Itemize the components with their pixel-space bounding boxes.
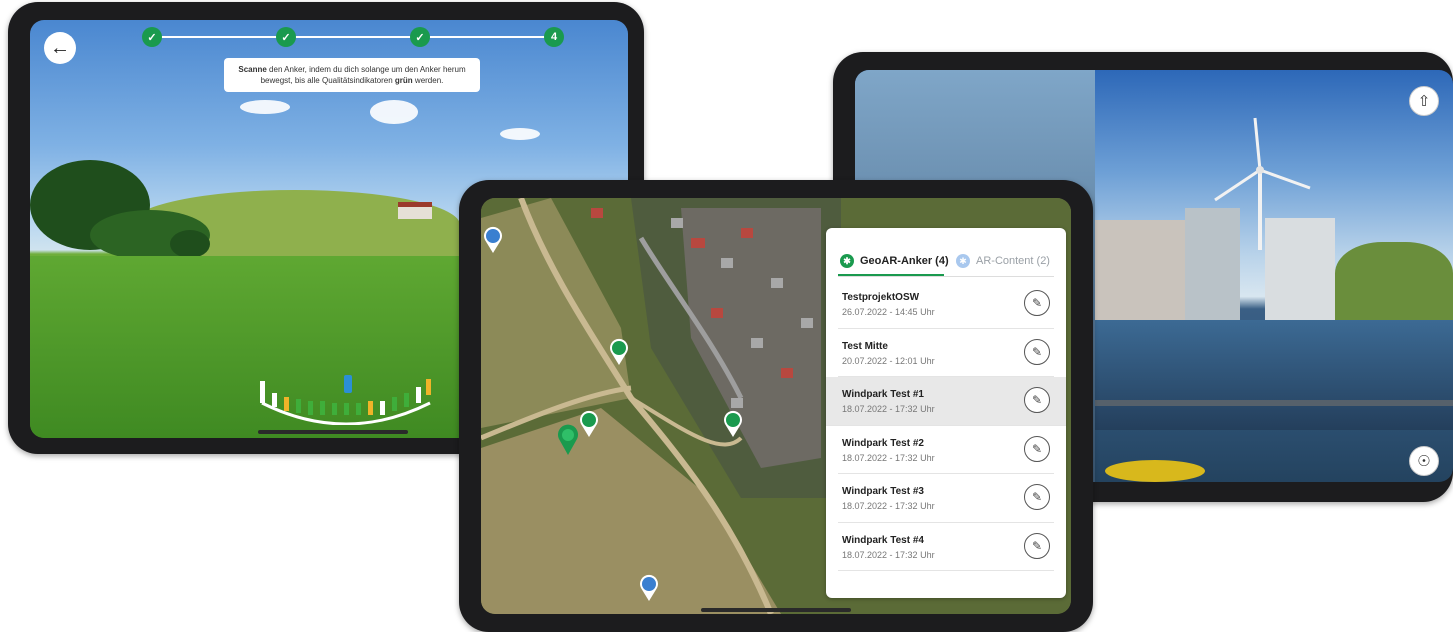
edit-button[interactable]: ✎	[1024, 290, 1050, 316]
active-tab-underline	[838, 274, 944, 276]
pencil-icon: ✎	[1031, 538, 1043, 553]
ar-content-pin[interactable]	[639, 574, 659, 602]
panel-tabs: ✱ GeoAR-Anker (4) ✱ AR-Content (2)	[826, 228, 1066, 278]
list-item[interactable]: Test Mitte 20.07.2022 - 12:01 Uhr ✎	[838, 329, 1054, 377]
item-title: Windpark Test #2	[842, 437, 924, 449]
tab-label: GeoAR-Anker (4)	[860, 255, 949, 267]
step-4: 4	[544, 27, 564, 47]
item-date: 20.07.2022 - 12:01 Uhr	[842, 355, 935, 366]
map-screen: ✱ GeoAR-Anker (4) ✱ AR-Content (2) Testp…	[481, 198, 1071, 614]
tree	[170, 230, 210, 258]
edit-button[interactable]: ✎	[1024, 532, 1050, 559]
cloud-upload-icon: ⇧	[1417, 93, 1431, 110]
item-title: Windpark Test #3	[842, 486, 924, 497]
farmhouse	[398, 202, 432, 219]
building	[1093, 220, 1188, 320]
arrow-left-icon: ←	[50, 36, 70, 59]
cloud	[240, 100, 290, 114]
anchor-list: TestprojektOSW 26.07.2022 - 14:45 Uhr ✎ …	[826, 280, 1066, 571]
step-2-check-icon: ✓	[276, 27, 296, 47]
edit-button[interactable]: ✎	[1024, 338, 1050, 365]
tab-label: AR-Content (2)	[976, 255, 1050, 267]
ar-content-pin[interactable]	[483, 226, 503, 254]
place-anchor-button[interactable]: ☉	[1409, 446, 1439, 476]
instruction-bold: grün	[394, 76, 413, 85]
tab-divider	[838, 276, 1054, 277]
instruction-bold: Scanne	[238, 65, 267, 74]
item-date: 26.07.2022 - 14:45 Uhr	[842, 307, 935, 317]
tab-ar-content[interactable]: ✱ AR-Content (2)	[956, 254, 1050, 268]
pencil-icon: ✎	[1031, 393, 1043, 407]
place-anchor-icon: ☉	[1417, 453, 1431, 470]
item-title: Windpark Test #4	[842, 534, 924, 546]
geo-anchor-pin-selected[interactable]	[557, 424, 579, 456]
cloud	[370, 100, 418, 124]
list-item-selected[interactable]: Windpark Test #1 18.07.2022 - 17:32 Uhr …	[826, 377, 1066, 426]
wind-turbine	[1214, 117, 1311, 250]
home-indicator	[258, 430, 408, 434]
geo-anchor-pin[interactable]	[609, 338, 629, 366]
item-date: 18.07.2022 - 17:32 Uhr	[842, 501, 935, 511]
item-date: 18.07.2022 - 17:32 Uhr	[842, 452, 935, 463]
anchor-list-panel: ✱ GeoAR-Anker (4) ✱ AR-Content (2) Testp…	[826, 228, 1066, 598]
edit-button[interactable]: ✎	[1024, 387, 1050, 413]
trees	[1335, 242, 1453, 320]
item-title: Windpark Test #1	[842, 389, 924, 400]
list-item[interactable]: TestprojektOSW 26.07.2022 - 14:45 Uhr ✎	[838, 280, 1054, 329]
tab-geoar-anchor[interactable]: ✱ GeoAR-Anker (4)	[840, 254, 949, 268]
item-date: 18.07.2022 - 17:32 Uhr	[842, 404, 935, 414]
geo-anchor-pin[interactable]	[579, 410, 599, 438]
pencil-icon: ✎	[1031, 441, 1043, 456]
geo-anchor-pin[interactable]	[723, 410, 743, 438]
pencil-icon: ✎	[1031, 344, 1043, 359]
instruction-text: werden.	[412, 76, 444, 85]
item-title: Test Mitte	[842, 340, 888, 352]
step-1-check-icon: ✓	[142, 27, 162, 47]
list-item[interactable]: Windpark Test #4 18.07.2022 - 17:32 Uhr …	[838, 523, 1054, 571]
quality-indicator	[260, 375, 431, 425]
scan-instruction: Scanne den Anker, indem du dich solange …	[224, 58, 480, 92]
geo-anchor-icon: ✱	[840, 254, 854, 268]
yellow-object	[1105, 460, 1205, 482]
progress-stepper: ✓ ✓ ✓ 4	[142, 27, 568, 47]
water	[1095, 320, 1453, 430]
tablet-map: ✱ GeoAR-Anker (4) ✱ AR-Content (2) Testp…	[459, 180, 1093, 632]
list-item[interactable]: Windpark Test #2 18.07.2022 - 17:32 Uhr …	[838, 426, 1054, 474]
item-date: 18.07.2022 - 17:32 Uhr	[842, 549, 935, 560]
pencil-icon: ✎	[1031, 296, 1043, 310]
stepper-line	[152, 36, 558, 38]
pencil-icon: ✎	[1031, 490, 1043, 504]
list-item[interactable]: Windpark Test #3 18.07.2022 - 17:32 Uhr …	[838, 474, 1054, 523]
step-3-check-icon: ✓	[410, 27, 430, 47]
edit-button[interactable]: ✎	[1024, 484, 1050, 510]
cloud	[500, 128, 540, 140]
item-title: TestprojektOSW	[842, 292, 920, 303]
upload-button[interactable]: ⇧	[1409, 86, 1439, 116]
edit-button[interactable]: ✎	[1024, 435, 1050, 462]
back-button[interactable]: ←	[44, 32, 76, 64]
ar-content-icon: ✱	[956, 254, 970, 268]
home-indicator	[701, 608, 851, 612]
railing	[1095, 400, 1453, 406]
